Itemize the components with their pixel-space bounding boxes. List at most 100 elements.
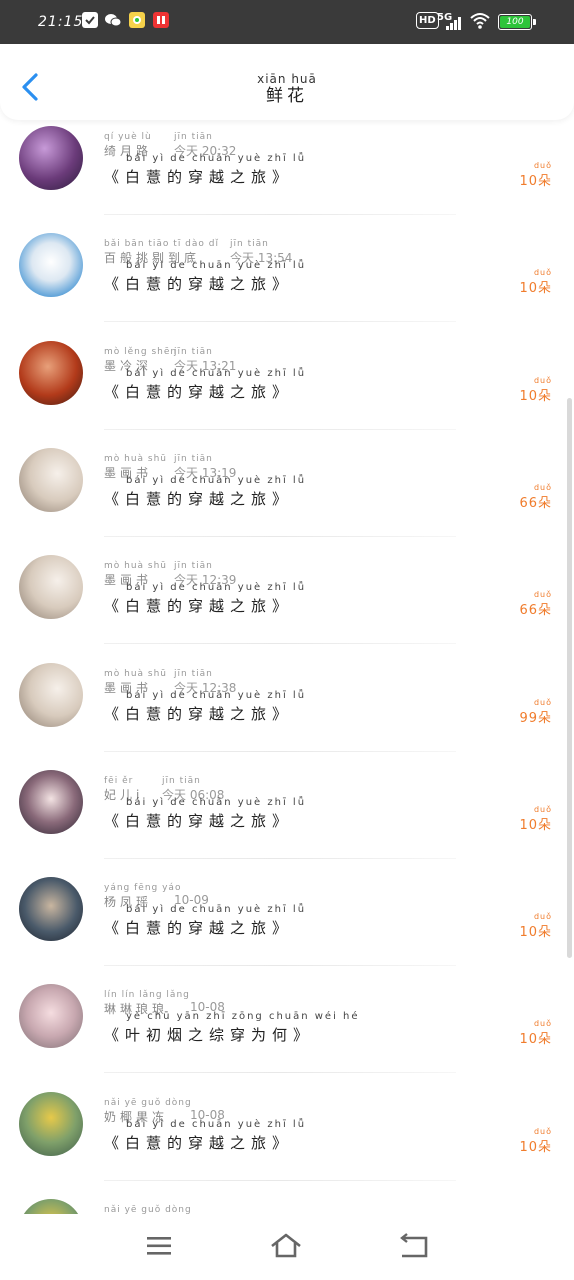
avatar[interactable] xyxy=(19,1091,83,1156)
flower-count: duǒ 99朵 xyxy=(519,698,552,726)
flower-count-text: 10朵 xyxy=(519,281,552,297)
book-title-pinyin: bái yì de chuān yuè zhī lǚ xyxy=(126,904,307,916)
avatar[interactable] xyxy=(19,769,83,834)
flower-gift-list[interactable]: qí yuè lù 绮月路 jīn tiān 今天 20:32 bái yì de ch… xyxy=(0,120,574,1214)
book-title-pinyin: bái yì de chuān yuè zhī lǚ xyxy=(126,367,307,379)
book-title[interactable]: bái yì de chuān yuè zhī lǚ 《白薏的穿越之旅》 xyxy=(104,582,304,616)
task-check-icon xyxy=(82,12,98,28)
flower-count: duǒ 10朵 xyxy=(519,161,552,189)
row-divider xyxy=(104,321,456,323)
flower-count-text: 10朵 xyxy=(519,1032,552,1048)
book-title-text: 《白薏的穿越之旅》 xyxy=(104,811,294,830)
book-title-pinyin: bái yì de chuān yuè zhī lǚ xyxy=(126,153,307,164)
send-time-pinyin: jīn tiān xyxy=(230,239,269,250)
row-divider xyxy=(104,643,456,645)
battery-icon: 100 xyxy=(498,14,536,30)
send-time-pinyin: jīn tiān xyxy=(174,453,213,464)
book-title-pinyin: bái yì de chuān yuè zhī lǚ xyxy=(126,796,307,808)
page-title-pinyin: xiān huā xyxy=(257,72,317,86)
book-title[interactable]: bái yì de chuān yuè zhī lǚ 《白薏的穿越之旅》 xyxy=(104,153,304,187)
book-title[interactable]: bái yì de chuān yuè zhī lǚ 《白薏的穿越之旅》 xyxy=(104,475,304,509)
scrollbar[interactable] xyxy=(567,398,572,958)
flower-count-text: 10朵 xyxy=(519,925,552,941)
list-item[interactable]: nǎi yē guǒ dòng xyxy=(0,1193,574,1214)
sender-name-pinyin: mò huà shū xyxy=(104,561,168,572)
row-divider xyxy=(104,1072,456,1074)
avatar[interactable] xyxy=(19,447,83,512)
list-item[interactable]: fēi ěr 妃儿i jīn tiān 今天 06:08 bái yì de chuān… xyxy=(0,764,574,871)
send-time-pinyin: jīn tiān xyxy=(174,132,213,142)
return-icon xyxy=(400,1233,428,1258)
return-button[interactable] xyxy=(398,1232,430,1260)
sender-name-pinyin: mò lěng shēn xyxy=(104,346,178,357)
flower-count-pinyin: duǒ xyxy=(533,1019,552,1029)
book-title[interactable]: bái yì de chuān yuè zhī lǚ 《白薏的穿越之旅》 xyxy=(104,368,304,402)
avatar[interactable] xyxy=(19,233,83,298)
battery-level: 100 xyxy=(500,16,530,28)
book-title-text: 《白薏的穿越之旅》 xyxy=(104,704,294,723)
list-item[interactable]: nǎi yē guǒ dòng 奶椰果冻 10-08 bái yì de chuān … xyxy=(0,1086,574,1193)
flower-count-text: 10朵 xyxy=(519,817,552,833)
book-title-pinyin: bái yì de chuān yuè zhī lǚ xyxy=(126,260,307,272)
list-item[interactable]: lín lín lǎng lǎng 琳琳琅琅 10-08 yè chū yān zhī… xyxy=(0,978,574,1085)
flower-count-pinyin: duǒ xyxy=(533,804,552,814)
sender-name-pinyin: nǎi yē guǒ dòng xyxy=(104,1205,192,1214)
flower-count-pinyin: duǒ xyxy=(533,590,552,600)
list-item[interactable]: yáng fēng yáo 杨凤瑶 10-09 bái yì de chuān yuè… xyxy=(0,871,574,978)
news-app-icon xyxy=(153,12,169,28)
book-title-text: 《白薏的穿越之旅》 xyxy=(104,168,294,186)
flower-count-text: 66朵 xyxy=(519,603,552,619)
flower-count-text: 99朵 xyxy=(519,710,552,726)
menu-icon xyxy=(147,1237,171,1255)
book-title[interactable]: bái yì de chuān yuè zhī lǚ 《白薏的穿越之旅》 xyxy=(104,904,304,938)
avatar[interactable] xyxy=(19,662,83,727)
book-title-text: 《白薏的穿越之旅》 xyxy=(104,382,294,401)
menu-button[interactable] xyxy=(144,1232,176,1260)
list-item[interactable]: mò huà shū 墨画书 jīn tiān 今天 12:38 bái yì de c… xyxy=(0,657,574,764)
book-title-pinyin: bái yì de chuān yuè zhī lǚ xyxy=(126,582,307,594)
list-item[interactable]: mò huà shū 墨画书 jīn tiān 今天 13:19 bái yì de c… xyxy=(0,442,574,549)
flower-count-pinyin: duǒ xyxy=(533,912,552,922)
avatar[interactable] xyxy=(19,877,83,942)
book-title[interactable]: yè chū yān zhī zōng chuān wéi hé 《叶初烟之综穿为… xyxy=(104,1011,358,1045)
list-item[interactable]: mò lěng shēn 墨冷深 jīn tiān 今天 13:21 bái yì de… xyxy=(0,335,574,442)
system-nav-bar xyxy=(0,1214,574,1280)
sender-name-pinyin: nǎi yē guǒ dòng xyxy=(104,1097,192,1108)
avatar[interactable] xyxy=(19,555,83,620)
list-item[interactable]: mò huà shū 墨画书 jīn tiān 今天 12:39 bái yì de c… xyxy=(0,549,574,656)
send-time-pinyin: jīn tiān xyxy=(174,561,213,572)
sender-name-pinyin: yáng fēng yáo xyxy=(104,883,182,894)
book-title-text: 《白薏的穿越之旅》 xyxy=(104,275,294,294)
status-time: 21:15 xyxy=(38,14,84,30)
sender-name-pinyin: mò huà shū xyxy=(104,668,168,679)
book-title-text: 《白薏的穿越之旅》 xyxy=(104,919,294,938)
flower-count-pinyin: duǒ xyxy=(533,375,552,385)
book-title-pinyin: bái yì de chuān yuè zhī lǚ xyxy=(126,474,307,486)
flower-count: duǒ 10朵 xyxy=(519,1127,552,1155)
book-title[interactable]: bái yì de chuān yuè zhī lǚ 《白薏的穿越之旅》 xyxy=(104,690,304,724)
send-time-pinyin: jīn tiān xyxy=(174,668,213,679)
book-title-pinyin: bái yì de chuān yuè zhī lǚ xyxy=(126,689,307,701)
book-title[interactable]: bái yì de chuān yuè zhī lǚ 《白薏的穿越之旅》 xyxy=(104,1119,304,1153)
avatar[interactable] xyxy=(19,1199,83,1214)
row-divider xyxy=(104,428,456,430)
book-title[interactable]: bái yì de chuān yuè zhī lǚ 《白薏的穿越之旅》 xyxy=(104,260,304,294)
list-item[interactable]: qí yuè lù 绮月路 jīn tiān 今天 20:32 bái yì de ch… xyxy=(0,120,574,227)
home-button[interactable] xyxy=(270,1232,302,1260)
row-divider xyxy=(104,965,456,967)
sender-name-pinyin: fēi ěr xyxy=(104,775,134,786)
send-time-pinyin: jīn tiān xyxy=(162,775,201,786)
row-divider xyxy=(104,535,456,537)
avatar[interactable] xyxy=(19,340,83,405)
avatar[interactable] xyxy=(19,984,83,1049)
flower-count-pinyin: duǒ xyxy=(533,161,552,170)
flower-count-text: 10朵 xyxy=(519,1139,552,1155)
hd-badge: HD xyxy=(416,12,439,29)
list-item[interactable]: bǎi bān tiāo tī dào dǐ 百般挑剔到底 jīn tiān 今天 1… xyxy=(0,227,574,334)
book-title[interactable]: bái yì de chuān yuè zhī lǚ 《白薏的穿越之旅》 xyxy=(104,797,304,831)
avatar[interactable] xyxy=(19,126,83,190)
page-title-text: 鲜花 xyxy=(266,86,308,106)
sender-name-pinyin: bǎi bān tiāo tī dào dǐ xyxy=(104,239,219,250)
signal-icon xyxy=(446,16,464,30)
page-title: xiān huā 鲜花 xyxy=(0,72,574,106)
